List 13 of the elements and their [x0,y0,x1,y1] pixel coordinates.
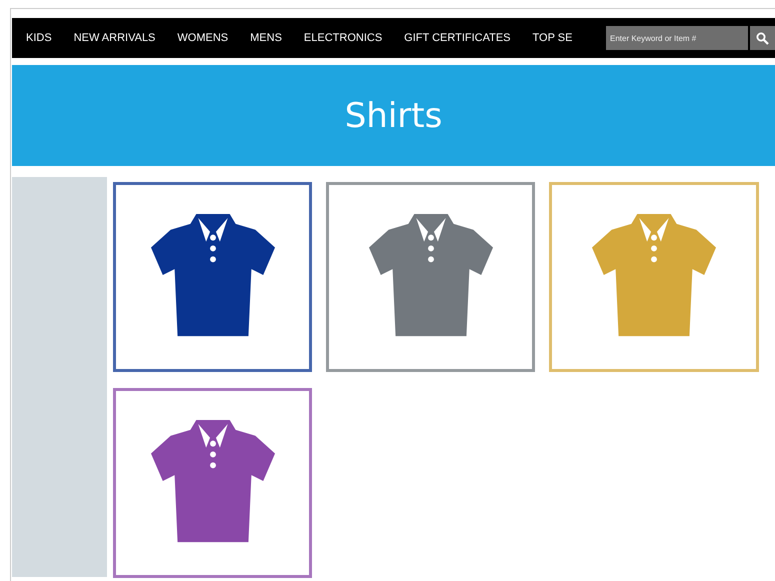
nav-link[interactable]: MENS [250,32,282,44]
nav-link[interactable]: KIDS [26,32,52,44]
nav-link[interactable]: ELECTRONICS [304,32,382,44]
nav-link[interactable]: NEW ARRIVALS [74,32,156,44]
nav-link[interactable]: GIFT CERTIFICATES [404,32,511,44]
search-button[interactable] [750,26,775,50]
nav-link[interactable]: WOMENS [177,32,228,44]
nav-link[interactable]: TOP SE [532,32,572,44]
product-card[interactable] [113,182,312,372]
product-card[interactable] [113,388,312,578]
search-field[interactable]: Enter Keyword or Item # [606,26,748,50]
page-title: Shirts [344,96,442,136]
search-icon [756,32,769,44]
